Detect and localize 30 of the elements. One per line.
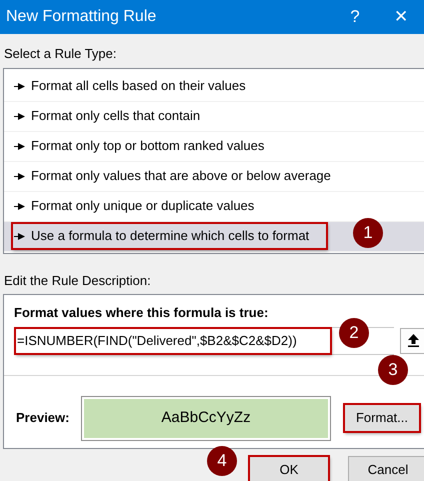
arrow-icon (14, 142, 25, 150)
rule-type-label: Use a formula to determine which cells to format (31, 227, 310, 246)
rule-type-label: Format only values that are above or below average (31, 167, 331, 186)
rule-type-item[interactable]: Format only cells that contain (4, 102, 424, 132)
section-label: Edit the Rule Description: (3, 272, 152, 290)
ok-button[interactable]: OK (249, 456, 329, 481)
rule-type-item[interactable]: Format only top or bottom ranked values (4, 132, 424, 162)
arrow-icon (14, 172, 25, 180)
arrow-icon (14, 232, 25, 240)
formula-label: Format values where this formula is true: (14, 304, 268, 322)
preview-text: AaBbCcYyZz (84, 398, 328, 438)
help-button[interactable]: ? (332, 0, 378, 34)
format-button[interactable]: Format... (344, 404, 420, 432)
rule-type-label: Format only cells that contain (31, 107, 200, 126)
rule-type-label: Format only top or bottom ranked values (31, 137, 264, 156)
rule-type-label: Format all cells based on their values (31, 77, 246, 96)
up-arrow-icon (408, 334, 418, 347)
arrow-icon (14, 112, 25, 120)
rule-type-item[interactable]: Format only values that are above or below average (4, 162, 424, 192)
range-select-button[interactable] (400, 328, 424, 354)
callout-marker: 4 (207, 446, 237, 476)
close-button[interactable]: ✕ (378, 0, 424, 34)
window-title: New Formatting Rule (6, 7, 158, 27)
rule-type-label: Format only unique or duplicate values (31, 197, 254, 216)
rule-type-item[interactable]: Format all cells based on their values (4, 72, 424, 102)
cancel-button[interactable]: Cancel (348, 456, 424, 481)
arrow-icon (14, 202, 25, 210)
preview-label: Preview: (16, 409, 70, 428)
arrow-icon (14, 82, 25, 90)
section-label: Select a Rule Type: (3, 45, 118, 63)
